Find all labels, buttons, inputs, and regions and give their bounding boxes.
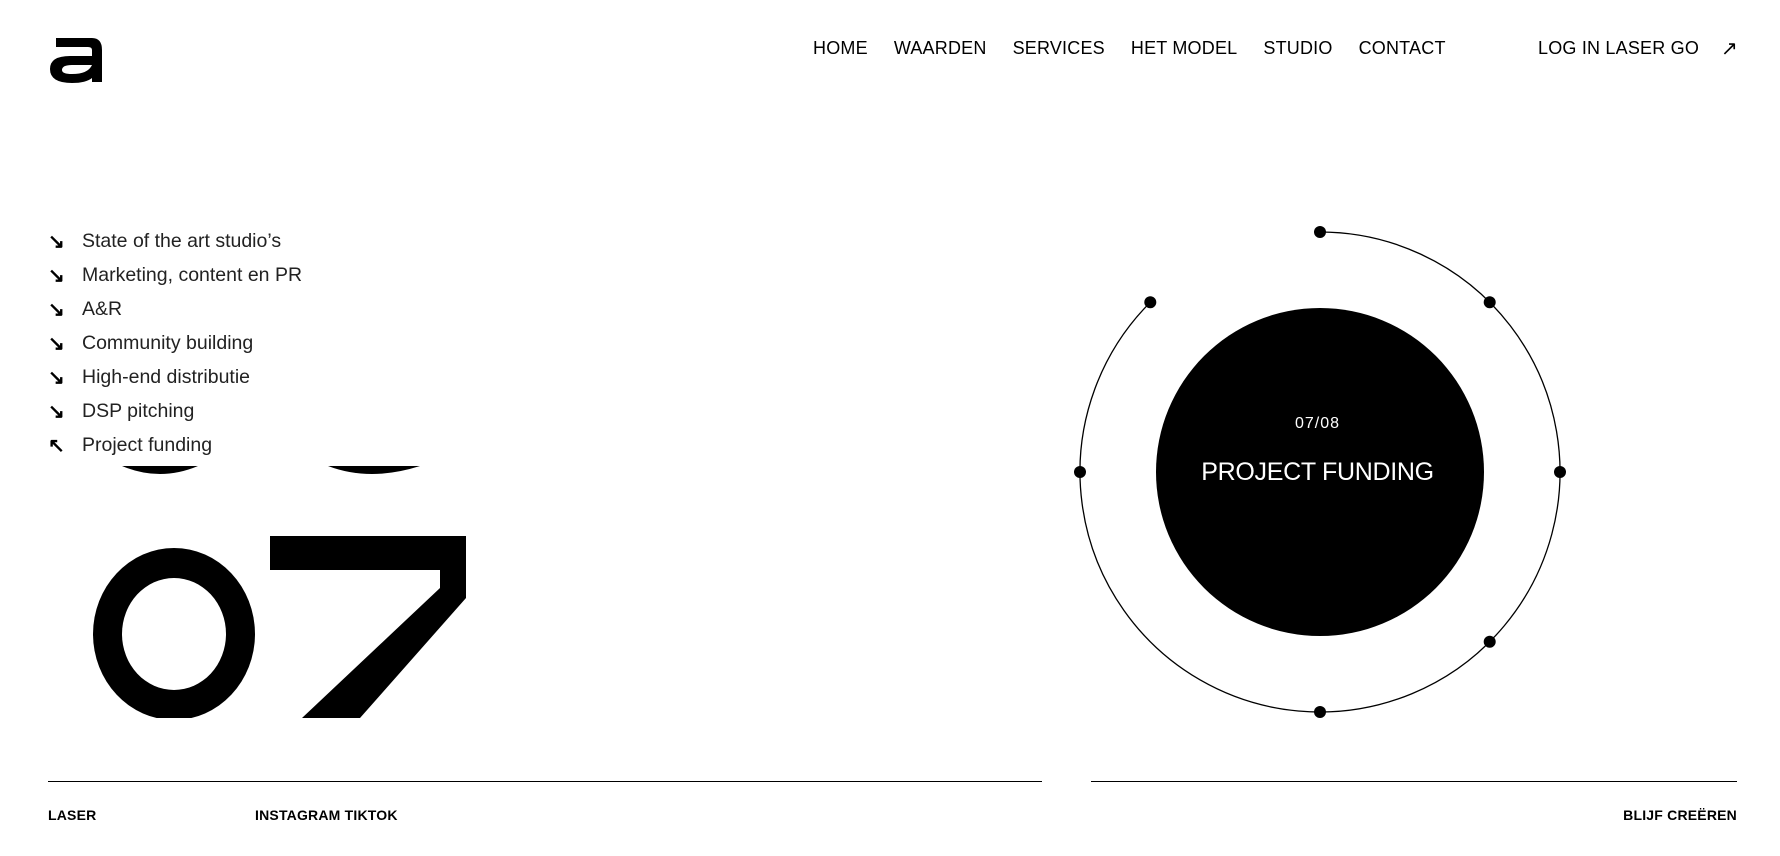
ring-step-dot[interactable] (1554, 466, 1566, 478)
arrow-up-right-icon[interactable]: ↗ (1721, 39, 1738, 59)
login-link[interactable]: LOG IN LASER GO ↗ (1538, 38, 1738, 59)
arrow-down-right-icon: ↘ (48, 366, 65, 389)
service-label: High-end distributie (82, 365, 251, 388)
a-logo-icon[interactable] (48, 36, 104, 84)
big-number-graphic (93, 466, 466, 718)
service-item[interactable]: ↘ Community building (48, 326, 302, 360)
service-item[interactable]: ↘ DSP pitching (48, 394, 302, 428)
service-item[interactable]: ↘ A&R (48, 292, 302, 326)
service-item[interactable]: ↘ Marketing, content en PR (48, 258, 302, 292)
nav-het-model[interactable]: HET MODEL (1131, 38, 1238, 59)
service-label: A&R (82, 297, 123, 320)
ring-step-dot[interactable] (1483, 296, 1496, 309)
arrow-down-right-icon: ↘ (48, 264, 65, 287)
footer-social-links[interactable]: INSTAGRAM TIKTOK (255, 807, 398, 823)
slide-counter: 07/08 (1294, 415, 1341, 432)
arrow-up-left-icon: ↖ (48, 434, 65, 457)
ring-step-dot[interactable] (1314, 706, 1326, 718)
ring-step-dot[interactable] (1144, 296, 1157, 309)
service-item[interactable]: ↘ State of the art studio’s (48, 224, 302, 258)
nav-waarden[interactable]: WAARDEN (894, 38, 987, 59)
footer-divider-right (1091, 781, 1737, 782)
login-label[interactable]: LOG IN LASER GO (1538, 38, 1699, 59)
arrow-down-right-icon: ↘ (48, 298, 65, 321)
service-label: Community building (82, 331, 254, 354)
footer-divider-left (48, 781, 1042, 782)
service-label: Marketing, content en PR (82, 263, 303, 286)
nav-contact[interactable]: CONTACT (1359, 38, 1446, 59)
service-item[interactable]: ↘ High-end distributie (48, 360, 302, 394)
service-item-active[interactable]: ↖ Project funding (48, 428, 302, 462)
arrow-down-right-icon: ↘ (48, 332, 65, 355)
ring-step-dot[interactable] (1074, 466, 1086, 478)
nav-services[interactable]: SERVICES (1013, 38, 1105, 59)
nav-home[interactable]: HOME (813, 38, 868, 59)
footer-tagline: BLIJF CREËREN (1623, 807, 1737, 823)
service-label: Project funding (82, 433, 213, 456)
ring-step-dot[interactable] (1483, 635, 1496, 648)
arrow-down-right-icon: ↘ (48, 400, 65, 423)
nav-studio[interactable]: STUDIO (1263, 38, 1332, 59)
number-mask (60, 718, 490, 758)
arrow-down-right-icon: ↘ (48, 230, 65, 253)
main-nav: HOME WAARDEN SERVICES HET MODEL STUDIO C… (813, 38, 1446, 59)
service-label: DSP pitching (82, 399, 195, 422)
services-list: ↘ State of the art studio’s ↘ Marketing, c… (48, 224, 302, 462)
service-label: State of the art studio’s (82, 229, 282, 252)
ring-step-dot[interactable] (1314, 226, 1326, 238)
feature-title: PROJECT FUNDING (1201, 458, 1434, 486)
footer-brand: LASER (48, 807, 97, 823)
